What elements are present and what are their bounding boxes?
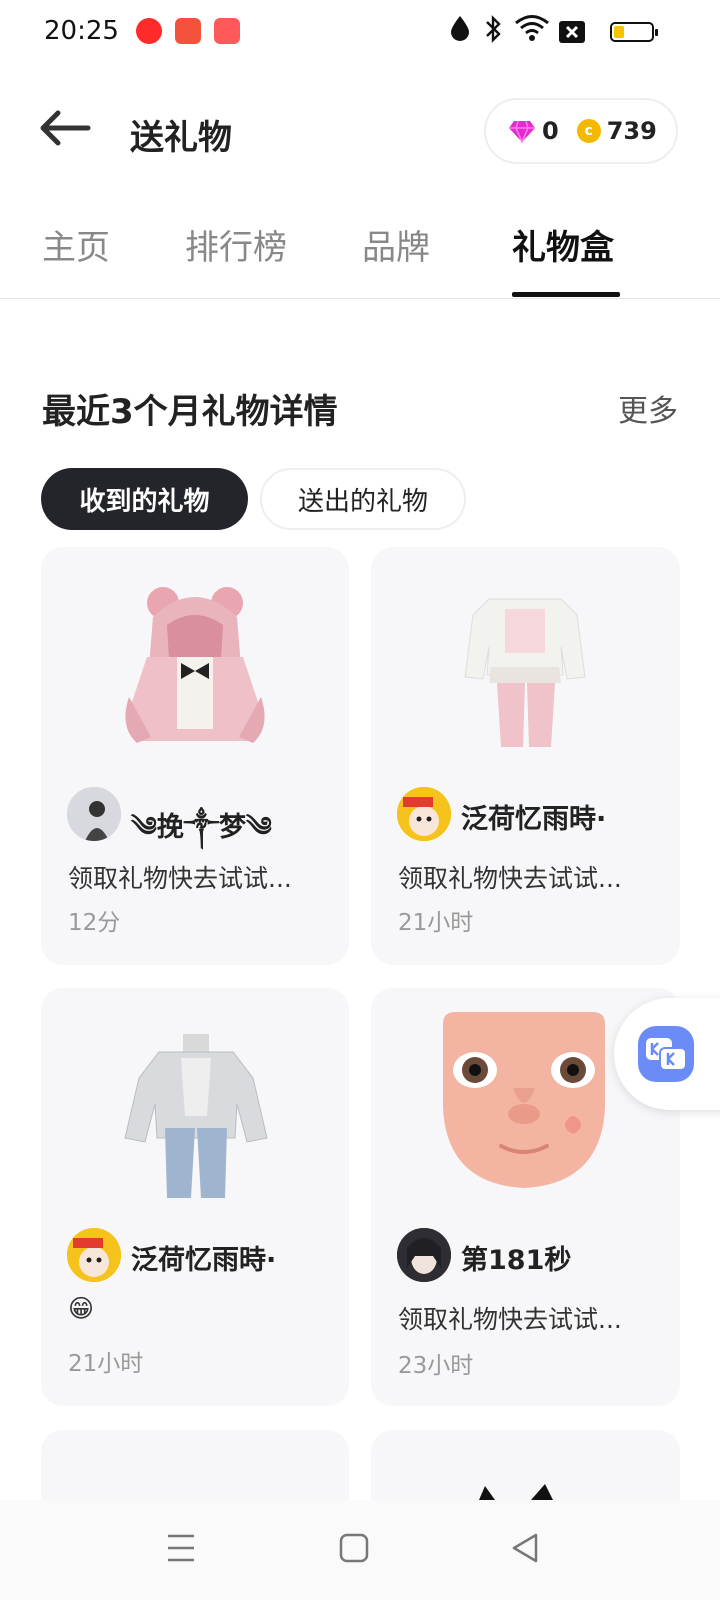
battery-icon [610, 22, 658, 42]
gift-message: 😁 [68, 1294, 95, 1323]
section-title: 最近3个月礼物详情 [42, 392, 338, 432]
back-button[interactable] [36, 108, 100, 156]
back-nav-icon[interactable] [510, 1532, 540, 1564]
gift-image-partial [479, 1484, 553, 1500]
gift-card[interactable]: 泛荷忆雨時· 😁 21小时 [41, 988, 349, 1406]
chat-bubble-icon [638, 1026, 694, 1082]
menu-icon[interactable] [166, 1532, 196, 1564]
avatar[interactable] [397, 787, 451, 841]
avatar[interactable] [67, 787, 121, 841]
gift-message: 领取礼物快去试试... [398, 864, 622, 893]
floating-chat-button[interactable] [614, 998, 720, 1110]
sender-name[interactable]: 泛荷忆雨時· [131, 1238, 276, 1277]
music-app-icon [175, 18, 201, 44]
white-sweater-outfit-image [464, 598, 586, 747]
avatar[interactable] [67, 1228, 121, 1282]
video-app-icon [136, 18, 162, 44]
coin-count: 739 [606, 117, 657, 145]
sender-name[interactable]: 第181秒 [461, 1238, 571, 1277]
home-icon[interactable] [338, 1532, 370, 1564]
wifi-icon [514, 14, 550, 48]
tab-home[interactable]: 主页 [42, 220, 110, 269]
data-saver-icon [448, 14, 472, 48]
status-time: 20:25 [44, 16, 119, 46]
tab-brand[interactable]: 品牌 [362, 220, 430, 269]
more-link[interactable]: 更多 [618, 386, 678, 430]
bluetooth-icon [482, 14, 504, 50]
segment-sent-gifts[interactable]: 送出的礼物 [260, 468, 466, 530]
kuaishou-app-icon [214, 18, 240, 44]
balance-pill[interactable]: 0 c 739 [484, 98, 678, 164]
system-navigation-bar [0, 1500, 720, 1600]
grey-jacket-jeans-image [124, 1034, 268, 1198]
gift-time: 21小时 [398, 910, 474, 936]
sim-blocked-icon [558, 20, 586, 50]
gift-time: 23小时 [398, 1353, 474, 1379]
gift-time: 21小时 [68, 1351, 144, 1377]
sender-name[interactable]: 泛荷忆雨時· [461, 797, 606, 836]
tab-ranking[interactable]: 排行榜 [185, 220, 287, 269]
gift-time: 12分 [68, 910, 121, 936]
diamond-icon [509, 120, 535, 143]
gift-message: 领取礼物快去试试... [398, 1305, 622, 1334]
pink-hoodie-image [125, 587, 265, 743]
tab-gift-box[interactable]: 礼物盒 [512, 220, 614, 269]
avatar[interactable] [397, 1228, 451, 1282]
gift-message: 领取礼物快去试试... [68, 864, 292, 893]
page-title: 送礼物 [130, 118, 232, 158]
gift-card[interactable]: ༄挽༒梦༄ 领取礼物快去试试... 12分 [41, 547, 349, 965]
gift-card[interactable]: 泛荷忆雨時· 领取礼物快去试试... 21小时 [371, 547, 680, 965]
gift-card[interactable] [41, 1430, 349, 1500]
tab-divider [0, 298, 720, 299]
diamond-count: 0 [542, 117, 559, 145]
arrow-left-icon [40, 110, 91, 146]
coin-icon: c [576, 119, 601, 143]
segment-received-gifts[interactable]: 收到的礼物 [41, 468, 248, 530]
gift-card[interactable] [371, 1430, 680, 1500]
active-tab-indicator [512, 292, 620, 297]
